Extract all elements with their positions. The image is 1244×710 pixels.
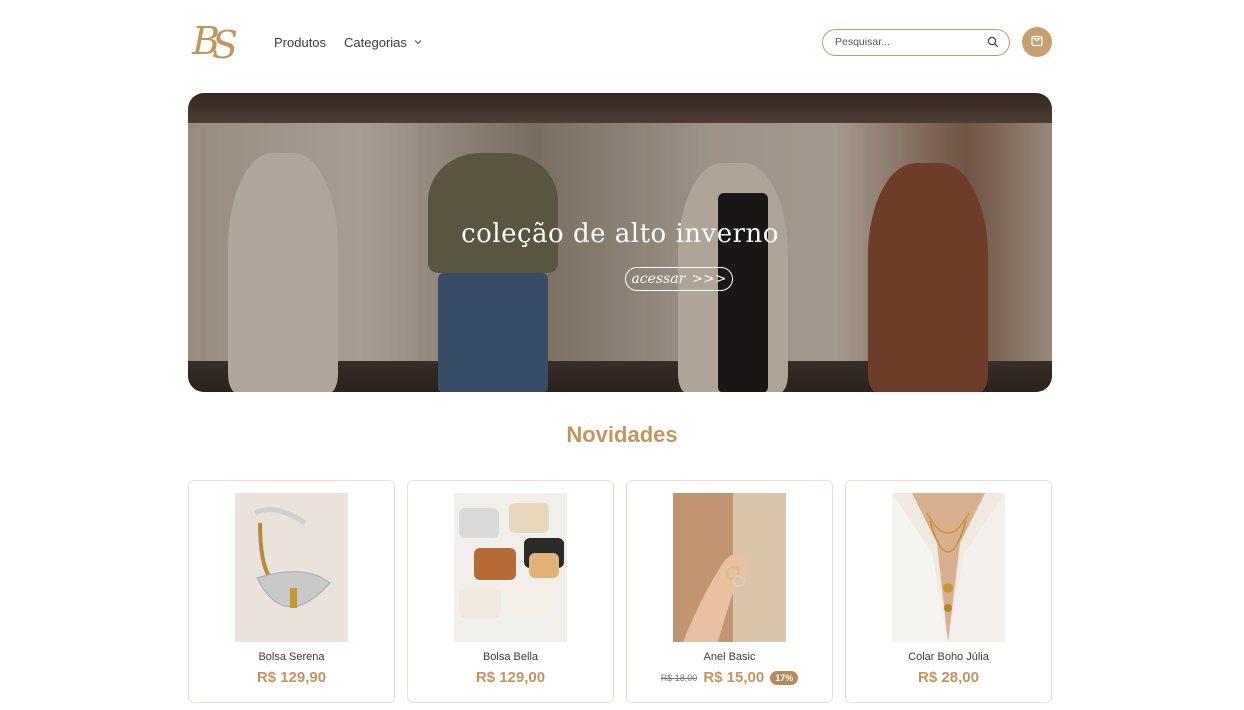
product-name: Bolsa Bella [482, 651, 539, 663]
hero-banner[interactable]: coleção de alto inverno acessar >>> [188, 93, 1052, 392]
price-row: R$ 28,00 [918, 669, 979, 686]
header: B S Produtos Categorias [188, 14, 1052, 70]
price-row: R$ 18,00 R$ 15,00 17% [660, 669, 799, 686]
product-name: Bolsa Serena [258, 651, 325, 663]
banner-cta-button[interactable]: acessar >>> [625, 267, 733, 291]
product-card[interactable]: Bolsa Serena R$ 129,90 [188, 480, 395, 703]
banner-cta-label: acessar [631, 271, 686, 287]
product-price: R$ 15,00 [703, 669, 765, 686]
price-row: R$ 129,00 [476, 669, 545, 686]
nav-produtos-label: Produtos [274, 34, 327, 50]
product-card[interactable]: Bolsa Bella R$ 129,00 [407, 480, 614, 703]
product-card[interactable]: Anel Basic R$ 18,00 R$ 15,00 17% [626, 480, 833, 703]
nav-categorias[interactable]: Categorias [344, 35, 423, 50]
product-image [454, 493, 567, 642]
main-nav: Produtos Categorias [274, 35, 423, 50]
section-title: Novidades [566, 422, 678, 447]
price-row: R$ 129,90 [257, 669, 326, 686]
cart-button[interactable] [1022, 27, 1052, 57]
brand-logo-monogram: B S [191, 19, 238, 67]
discount-badge: 17% [770, 670, 799, 685]
product-image [235, 493, 348, 642]
nav-produtos[interactable]: Produtos [274, 35, 326, 50]
product-price: R$ 129,00 [475, 669, 546, 686]
search-icon[interactable] [987, 36, 999, 48]
product-image [892, 493, 1005, 642]
product-card[interactable]: Colar Boho Júlia R$ 28,00 [845, 480, 1052, 703]
product-grid: Bolsa Serena R$ 129,90 Bolsa Bella R$ 12… [188, 480, 1052, 704]
product-old-price: R$ 18,00 [660, 672, 698, 683]
product-price: R$ 129,90 [256, 669, 327, 686]
search-box [822, 28, 1010, 56]
shopping-bag-icon [1030, 33, 1044, 52]
banner-title: coleção de alto inverno [461, 219, 779, 249]
product-image [673, 493, 786, 642]
product-price: R$ 28,00 [918, 669, 979, 686]
search-input[interactable] [835, 36, 987, 48]
svg-text:S: S [212, 23, 238, 67]
product-name: Anel Basic [703, 651, 756, 663]
chevron-down-icon [413, 37, 423, 47]
product-name: Colar Boho Júlia [908, 651, 989, 663]
brand-logo[interactable]: B S [188, 14, 246, 70]
banner-cta-arrows: >>> [691, 271, 727, 287]
nav-categorias-label: Categorias [344, 34, 407, 50]
page: B S Produtos Categorias Pesquisar... col… [0, 0, 1244, 710]
